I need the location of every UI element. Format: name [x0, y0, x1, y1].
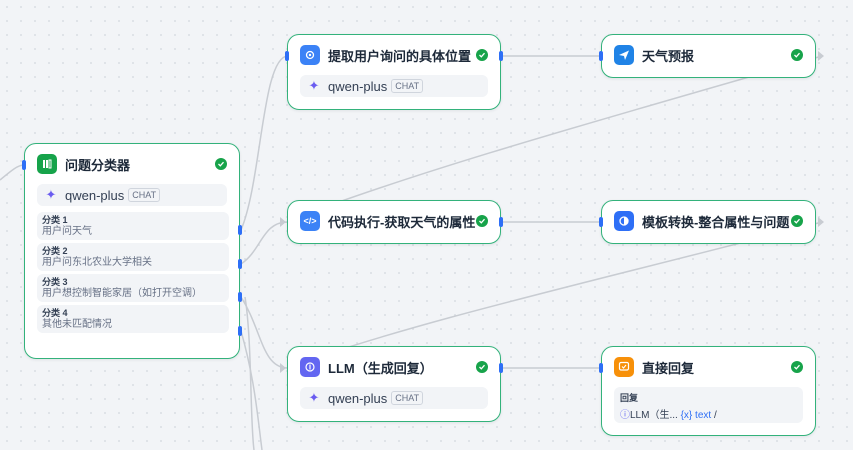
model-tag: CHAT	[391, 79, 424, 93]
model-selector[interactable]: ✦ qwen-plus CHAT	[300, 387, 488, 409]
parameter-extractor-icon	[300, 45, 320, 65]
class-desc: 用户问天气	[42, 226, 92, 237]
reply-field[interactable]: 回复 ⓘLLM（生... {x} text /	[614, 387, 803, 423]
question-classifier-icon	[37, 154, 57, 174]
node-title: 模板转换-整合属性与问题	[642, 214, 790, 230]
model-name: qwen-plus	[328, 390, 388, 406]
node-title: 天气预报	[642, 48, 695, 64]
parameter-extractor-node[interactable]: 提取用户询问的具体位置 ✦ qwen-plus CHAT	[287, 34, 501, 110]
input-handle[interactable]	[285, 51, 289, 61]
node-title: 提取用户询问的具体位置	[328, 48, 472, 64]
success-check-icon	[476, 49, 488, 61]
output-handle-class-2[interactable]	[238, 259, 242, 269]
qwen-model-icon: ✦	[308, 78, 320, 93]
output-handle[interactable]	[499, 363, 503, 373]
input-handle[interactable]	[599, 51, 603, 61]
output-handle[interactable]	[499, 51, 503, 61]
output-handle-class-3[interactable]	[238, 292, 242, 302]
reply-node-ref: LLM（生...	[630, 410, 678, 421]
model-name: qwen-plus	[328, 78, 388, 94]
model-tag: CHAT	[128, 188, 161, 202]
class-item[interactable]: 分类 4 其他未匹配情况	[37, 305, 229, 333]
node-title: 直接回复	[642, 360, 695, 376]
class-desc: 其他未匹配情况	[42, 319, 112, 330]
direct-reply-node[interactable]: 直接回复 回复 ⓘLLM（生... {x} text /	[601, 346, 816, 436]
success-check-icon	[476, 215, 488, 227]
success-check-icon	[791, 215, 803, 227]
reply-label: 回复	[620, 393, 639, 403]
success-check-icon	[476, 361, 488, 373]
class-title: 分类 1	[42, 215, 68, 225]
success-check-icon	[215, 158, 227, 170]
reply-value: ⓘLLM（生... {x} text /	[620, 406, 797, 421]
class-desc: 用户想控制智能家居（如打开空调）	[42, 288, 202, 299]
node-title: 问题分类器	[65, 157, 131, 173]
input-handle[interactable]	[599, 217, 603, 227]
class-item[interactable]: 分类 3 用户想控制智能家居（如打开空调）	[37, 274, 229, 302]
code-node[interactable]: </> 代码执行-获取天气的属性	[287, 200, 501, 244]
output-handle-class-1[interactable]	[238, 225, 242, 235]
input-arrow[interactable]	[280, 363, 286, 373]
direct-reply-icon	[614, 357, 634, 377]
question-classifier-node[interactable]: 问题分类器 ✦ qwen-plus CHAT 分类 1 用户问天气 分类 2 用…	[24, 143, 240, 359]
class-item[interactable]: 分类 1 用户问天气	[37, 212, 229, 240]
output-arrow[interactable]	[818, 217, 824, 227]
class-title: 分类 2	[42, 246, 68, 256]
llm-icon: ⓘ	[620, 410, 630, 421]
reply-variable: {x} text	[680, 410, 712, 421]
success-check-icon	[791, 361, 803, 373]
model-name: qwen-plus	[65, 187, 125, 203]
class-item[interactable]: 分类 2 用户问东北农业大学相关	[37, 243, 229, 271]
node-title: 代码执行-获取天气的属性	[328, 214, 476, 230]
class-desc: 用户问东北农业大学相关	[42, 257, 152, 268]
node-title: LLM（生成回复）	[328, 360, 433, 376]
llm-node[interactable]: LLM（生成回复） ✦ qwen-plus CHAT	[287, 346, 501, 422]
output-arrow[interactable]	[818, 51, 824, 61]
input-arrow[interactable]	[280, 217, 286, 227]
template-transform-node[interactable]: 模板转换-整合属性与问题	[601, 200, 816, 244]
success-check-icon	[791, 49, 803, 61]
qwen-model-icon: ✦	[308, 390, 320, 405]
output-handle-class-4[interactable]	[238, 326, 242, 336]
class-title: 分类 3	[42, 277, 68, 287]
weather-tool-node[interactable]: 天气预报	[601, 34, 816, 78]
input-handle[interactable]	[599, 363, 603, 373]
class-title: 分类 4	[42, 308, 68, 318]
llm-icon	[300, 357, 320, 377]
model-tag: CHAT	[391, 391, 424, 405]
qwen-model-icon: ✦	[45, 187, 57, 202]
weather-tool-icon	[614, 45, 634, 65]
input-handle[interactable]	[22, 160, 26, 170]
code-icon: </>	[300, 211, 320, 231]
template-transform-icon	[614, 211, 634, 231]
reply-separator: /	[713, 410, 717, 421]
model-selector[interactable]: ✦ qwen-plus CHAT	[37, 184, 227, 206]
model-selector[interactable]: ✦ qwen-plus CHAT	[300, 75, 488, 97]
output-handle[interactable]	[499, 217, 503, 227]
